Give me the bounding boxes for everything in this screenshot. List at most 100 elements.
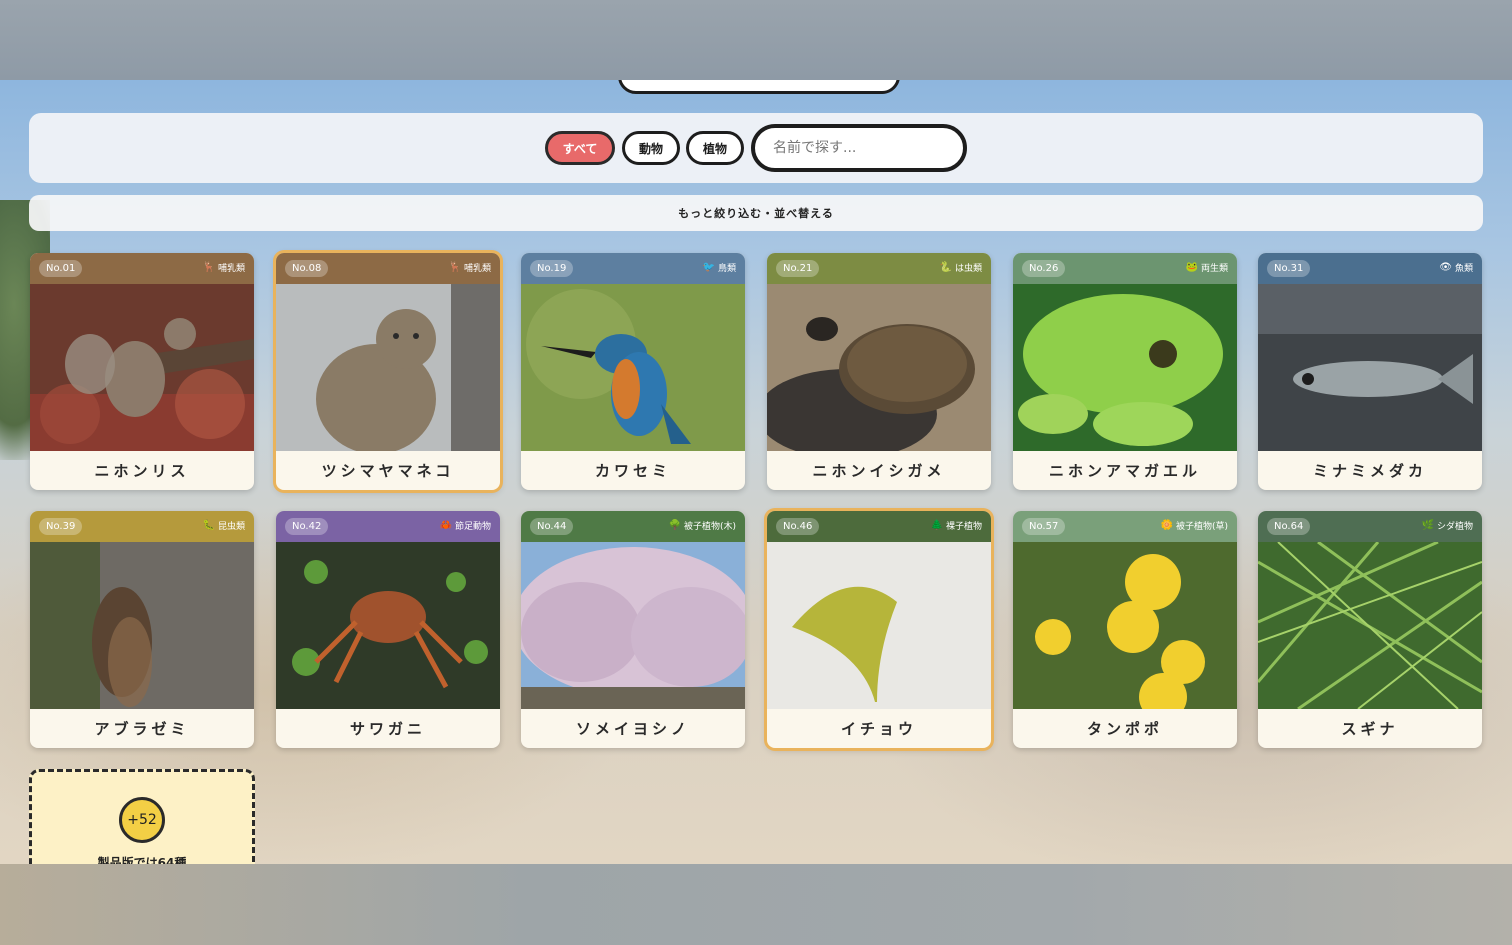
category-text: 哺乳類	[217, 264, 245, 274]
card-header: No.08 🦌 哺乳類	[276, 253, 500, 284]
card-header: No.01 🦌 哺乳類	[30, 253, 254, 284]
filter-animal-button[interactable]: 動物	[622, 131, 680, 165]
species-photo	[1013, 284, 1237, 451]
filter-all-button[interactable]: すべて	[545, 131, 615, 165]
category-text: 哺乳類	[463, 264, 491, 274]
category-text: 昆虫類	[217, 522, 245, 532]
fern-icon: 🌿	[1421, 520, 1434, 531]
species-photo	[521, 542, 745, 709]
header-pill[interactable]	[618, 80, 900, 94]
category-label: 🐛 昆虫類	[203, 519, 245, 532]
species-card[interactable]: No.08 🦌 哺乳類 ツシマヤマネコ	[276, 253, 500, 490]
species-name: ツシマヤマネコ	[321, 462, 455, 480]
more-species-card[interactable]: +52 製品版では64種	[29, 769, 255, 864]
more-count-badge: +52	[119, 797, 165, 843]
category-text: 被子植物(草)	[1175, 522, 1228, 532]
card-header: No.46 🌲 裸子植物	[767, 511, 991, 542]
card-header: No.31 👁 魚類	[1258, 253, 1482, 284]
card-header: No.44 🌳 被子植物(木)	[521, 511, 745, 542]
species-card[interactable]: No.26 🐸 両生類 ニホンアマガエル	[1013, 253, 1237, 490]
category-label: 👁 魚類	[1439, 261, 1473, 274]
category-text: シダ植物	[1436, 522, 1473, 532]
species-number: No.46	[776, 518, 820, 535]
species-card[interactable]: No.19 🐦 鳥類 カワセミ	[521, 253, 745, 490]
species-number: No.64	[1267, 518, 1311, 535]
species-photo	[1258, 542, 1482, 709]
species-name: スギナ	[1341, 720, 1399, 738]
bottom-blur-overlay	[0, 864, 1512, 945]
fish-icon: 👁	[1439, 262, 1452, 273]
card-header: No.39 🐛 昆虫類	[30, 511, 254, 542]
species-name: タンポポ	[1086, 720, 1163, 738]
species-card[interactable]: No.21 🐍 は虫類 ニホンイシガメ	[767, 253, 991, 490]
top-blur-overlay	[0, 0, 1512, 80]
category-text: 鳥類	[717, 264, 736, 274]
filter-panel: すべて 動物 植物	[29, 113, 1483, 183]
species-card[interactable]: No.01 🦌 哺乳類 ニホンリス	[30, 253, 254, 490]
species-photo	[521, 284, 745, 451]
species-card[interactable]: No.64 🌿 シダ植物 スギナ	[1258, 511, 1482, 748]
crab-icon: 🦀	[439, 520, 452, 531]
species-name: ニホンリス	[94, 462, 190, 480]
category-text: 魚類	[1454, 264, 1473, 274]
species-photo	[1258, 284, 1482, 451]
species-card[interactable]: No.39 🐛 昆虫類 アブラゼミ	[30, 511, 254, 748]
species-number: No.08	[285, 260, 329, 277]
category-label: 🐸 両生類	[1186, 261, 1228, 274]
more-filters-toggle[interactable]: もっと絞り込む・並べ替える	[29, 195, 1483, 231]
species-name: サワガニ	[349, 720, 426, 738]
species-number: No.44	[530, 518, 574, 535]
category-label: 🦌 哺乳類	[203, 261, 245, 274]
card-header: No.26 🐸 両生類	[1013, 253, 1237, 284]
card-header: No.21 🐍 は虫類	[767, 253, 991, 284]
species-name: ニホンアマガエル	[1048, 462, 1201, 480]
conifer-icon: 🌲	[930, 520, 943, 531]
species-card[interactable]: No.31 👁 魚類 ミナミメダカ	[1258, 253, 1482, 490]
filter-plant-button[interactable]: 植物	[686, 131, 744, 165]
species-name: カワセミ	[594, 462, 671, 480]
species-card[interactable]: No.46 🌲 裸子植物 イチョウ	[767, 511, 991, 748]
species-card[interactable]: No.42 🦀 節足動物 サワガニ	[276, 511, 500, 748]
tree-icon: 🌳	[668, 520, 681, 531]
species-number: No.01	[39, 260, 83, 277]
species-photo	[276, 542, 500, 709]
category-label: 🌳 被子植物(木)	[669, 519, 736, 532]
species-name: アブラゼミ	[94, 720, 190, 738]
species-name: イチョウ	[840, 720, 917, 738]
category-text: 両生類	[1200, 264, 1228, 274]
search-input[interactable]	[771, 139, 945, 157]
frog-icon: 🐸	[1185, 262, 1198, 273]
species-card[interactable]: No.44 🌳 被子植物(木) ソメイヨシノ	[521, 511, 745, 748]
species-name: ミナミメダカ	[1312, 462, 1427, 480]
species-number: No.42	[285, 518, 329, 535]
species-name: ソメイヨシノ	[575, 720, 690, 738]
species-photo	[30, 542, 254, 709]
snake-icon: 🐍	[939, 262, 952, 273]
category-label: 🐍 は虫類	[940, 261, 982, 274]
card-header: No.42 🦀 節足動物	[276, 511, 500, 542]
species-card[interactable]: No.57 🌼 被子植物(草) タンポポ	[1013, 511, 1237, 748]
card-header: No.19 🐦 鳥類	[521, 253, 745, 284]
species-number: No.39	[39, 518, 83, 535]
encyclopedia-page: すべて 動物 植物 もっと絞り込む・並べ替える No.01 🦌哺乳類 ニホンリ	[0, 80, 1512, 864]
category-text: 被子植物(木)	[683, 522, 736, 532]
species-number: No.21	[776, 260, 820, 277]
species-photo	[767, 284, 991, 451]
category-text: 節足動物	[454, 522, 491, 532]
category-label: 🌲 裸子植物	[931, 519, 982, 532]
species-photo	[30, 284, 254, 451]
category-label: 🌿 シダ植物	[1422, 519, 1473, 532]
species-name: ニホンイシガメ	[812, 462, 946, 480]
flower-icon: 🌼	[1160, 520, 1173, 531]
card-header: No.57 🌼 被子植物(草)	[1013, 511, 1237, 542]
species-number: No.26	[1022, 260, 1066, 277]
species-number: No.19	[530, 260, 574, 277]
search-field[interactable]	[751, 124, 967, 172]
species-photo	[276, 284, 500, 451]
species-number: No.57	[1022, 518, 1066, 535]
bug-icon: 🐛	[202, 520, 215, 531]
deer-icon: 🦌	[448, 262, 461, 273]
category-label: 🐦 鳥類	[703, 261, 736, 274]
category-label: 🦀 節足動物	[440, 519, 491, 532]
deer-icon: 🦌	[202, 262, 215, 273]
